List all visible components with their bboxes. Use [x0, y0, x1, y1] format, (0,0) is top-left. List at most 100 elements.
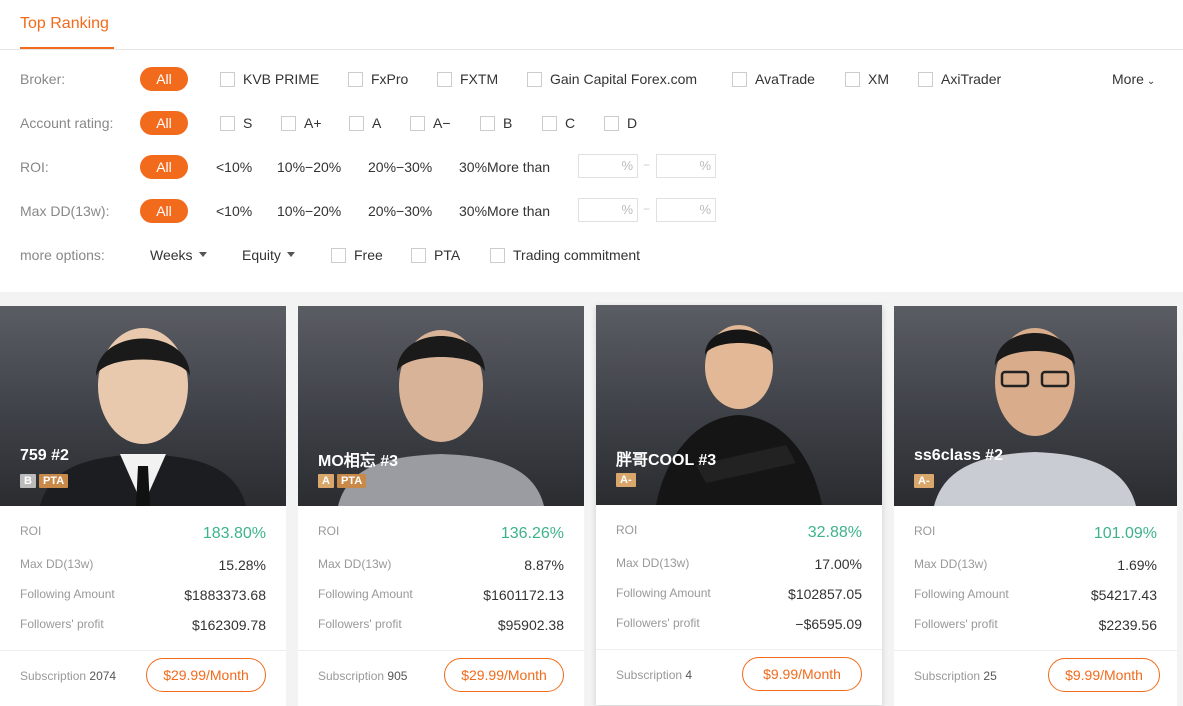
following-value: $1883373.68	[184, 587, 266, 603]
broker-filter-row: Broker: All KVB PRIME FxPro FXTM Gain Ca…	[0, 66, 1183, 94]
broker-option[interactable]: AvaTrade	[732, 66, 815, 92]
checkbox[interactable]	[845, 71, 860, 87]
checkbox[interactable]	[281, 115, 296, 131]
checkbox[interactable]	[331, 247, 346, 263]
chevron-down-icon: ⌄	[1146, 76, 1156, 87]
subscribe-button[interactable]: $9.99/Month	[742, 657, 862, 691]
trader-card[interactable]: 胖哥COOL #3 A- ROI 32.88% Max DD(13w) 17.0…	[596, 305, 882, 705]
rating-option[interactable]: S	[220, 110, 252, 136]
roi-option[interactable]: 10%−20%	[277, 159, 341, 175]
maxdd-option[interactable]: 30%More than	[459, 203, 550, 219]
following-label: Following Amount	[616, 586, 711, 600]
maxdd-value: 17.00%	[814, 556, 862, 572]
more-options-label: more options:	[20, 247, 105, 263]
period-dropdown[interactable]: Weeks	[150, 247, 207, 263]
roi-label: ROI	[616, 523, 638, 537]
broker-option[interactable]: FXTM	[437, 66, 498, 92]
checkbox[interactable]	[490, 247, 505, 263]
range-dash: −	[643, 158, 651, 172]
rating-all-button[interactable]: All	[140, 111, 188, 135]
profit-label: Followers' profit	[914, 617, 998, 631]
maxdd-label: Max DD(13w)	[616, 556, 690, 570]
profit-value: $2239.56	[1098, 617, 1157, 633]
checkbox[interactable]	[732, 71, 747, 87]
trader-card[interactable]: ss6class #2 A- ROI 101.09% Max DD(13w) 1…	[894, 306, 1177, 706]
checkbox[interactable]	[527, 71, 542, 87]
maxdd-max-input[interactable]: %	[656, 198, 716, 222]
maxdd-value: 1.69%	[1117, 557, 1157, 573]
caret-down-icon	[198, 252, 207, 257]
pta-checkbox-option[interactable]: PTA	[411, 242, 460, 268]
maxdd-option[interactable]: 20%−30%	[368, 203, 432, 219]
maxdd-value: 15.28%	[218, 557, 266, 573]
roi-option[interactable]: <10%	[216, 159, 252, 175]
maxdd-label: Max DD(13w):	[20, 203, 110, 219]
maxdd-min-input[interactable]: %	[578, 198, 638, 222]
trader-card[interactable]: 759 #2 B PTA ROI 183.80% Max DD(13w) 15.…	[0, 306, 286, 706]
trader-name: MO相忘 #3	[318, 453, 399, 470]
subscribe-button[interactable]: $9.99/Month	[1048, 658, 1160, 692]
broker-option[interactable]: FxPro	[348, 66, 408, 92]
commitment-checkbox-option[interactable]: Trading commitment	[490, 242, 640, 268]
trader-badges: A-	[616, 473, 636, 487]
roi-all-button[interactable]: All	[140, 155, 188, 179]
broker-all-button[interactable]: All	[140, 67, 188, 91]
checkbox[interactable]	[918, 71, 933, 87]
rating-option[interactable]: D	[604, 110, 637, 136]
metric-dropdown[interactable]: Equity	[242, 247, 295, 263]
profit-label: Followers' profit	[20, 617, 104, 631]
rating-option[interactable]: A+	[281, 110, 322, 136]
checkbox[interactable]	[348, 71, 363, 87]
trader-name: 759 #2	[20, 447, 69, 464]
trader-card[interactable]: MO相忘 #3 A PTA ROI 136.26% Max DD(13w) 8.…	[298, 306, 584, 706]
roi-option[interactable]: 20%−30%	[368, 159, 432, 175]
tab-bar: Top Ranking	[0, 0, 1183, 50]
roi-max-input[interactable]: %	[656, 154, 716, 178]
checkbox[interactable]	[411, 247, 426, 263]
maxdd-option[interactable]: <10%	[216, 203, 252, 219]
tab-active-indicator	[20, 47, 114, 49]
free-checkbox-option[interactable]: Free	[331, 242, 383, 268]
broker-label: Broker:	[20, 71, 66, 87]
broker-option[interactable]: AxiTrader	[918, 66, 1001, 92]
more-brokers-button[interactable]: More ⌄	[1112, 71, 1155, 87]
checkbox[interactable]	[604, 115, 619, 131]
rating-option[interactable]: C	[542, 110, 575, 136]
trader-name: ss6class #2	[914, 447, 1003, 464]
profit-label: Followers' profit	[318, 617, 402, 631]
rating-option[interactable]: A−	[410, 110, 451, 136]
roi-min-input[interactable]: %	[578, 154, 638, 178]
checkbox[interactable]	[220, 115, 235, 131]
subscription-count: Subscription 2074	[20, 669, 117, 683]
grade-badge: A-	[914, 474, 934, 488]
following-label: Following Amount	[914, 587, 1009, 601]
profit-value: $162309.78	[192, 617, 266, 633]
checkbox[interactable]	[349, 115, 364, 131]
trader-photo: MO相忘 #3 A PTA	[298, 306, 584, 506]
roi-filter-row: ROI: All <10% 10%−20% 20%−30% 30%More th…	[0, 154, 1183, 182]
grade-badge: A-	[616, 473, 636, 487]
following-value: $102857.05	[788, 586, 862, 602]
checkbox[interactable]	[437, 71, 452, 87]
broker-option[interactable]: XM	[845, 66, 889, 92]
checkbox[interactable]	[410, 115, 425, 131]
tab-top-ranking[interactable]: Top Ranking	[20, 15, 109, 33]
range-dash: −	[643, 202, 651, 216]
broker-option[interactable]: Gain Capital Forex.com	[527, 66, 697, 92]
rating-option[interactable]: A	[349, 110, 381, 136]
checkbox[interactable]	[220, 71, 235, 87]
maxdd-option[interactable]: 10%−20%	[277, 203, 341, 219]
subscribe-button[interactable]: $29.99/Month	[146, 658, 266, 692]
person-silhouette-icon	[656, 325, 822, 505]
subscription-count: Subscription 4	[616, 668, 693, 682]
checkbox[interactable]	[480, 115, 495, 131]
maxdd-all-button[interactable]: All	[140, 199, 188, 223]
roi-option[interactable]: 30%More than	[459, 159, 550, 175]
trader-badges: A PTA	[318, 474, 367, 488]
maxdd-label: Max DD(13w)	[318, 557, 392, 571]
broker-option[interactable]: KVB PRIME	[220, 66, 319, 92]
subscribe-button[interactable]: $29.99/Month	[444, 658, 564, 692]
checkbox[interactable]	[542, 115, 557, 131]
profit-value: $95902.38	[497, 617, 564, 633]
rating-option[interactable]: B	[480, 110, 512, 136]
